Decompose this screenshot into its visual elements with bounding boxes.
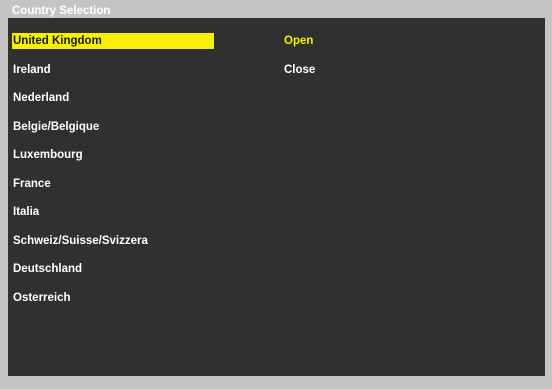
close-button[interactable]: Close <box>284 62 315 78</box>
country-selection-window: Country Selection United Kingdom Ireland… <box>0 0 552 389</box>
country-list: United Kingdom Ireland Nederland Belgie/… <box>12 33 214 318</box>
country-item-france[interactable]: France <box>12 176 214 192</box>
country-item-osterreich[interactable]: Osterreich <box>12 290 214 306</box>
country-item-italia[interactable]: Italia <box>12 204 214 220</box>
action-list: Open Close <box>284 33 315 90</box>
country-item-belgie-belgique[interactable]: Belgie/Belgique <box>12 119 214 135</box>
country-item-nederland[interactable]: Nederland <box>12 90 214 106</box>
country-item-luxembourg[interactable]: Luxembourg <box>12 147 214 163</box>
bottom-status-bar <box>8 376 545 386</box>
window-title: Country Selection <box>8 4 545 18</box>
country-item-deutschland[interactable]: Deutschland <box>12 261 214 277</box>
country-item-united-kingdom[interactable]: United Kingdom <box>12 33 214 49</box>
open-button[interactable]: Open <box>284 33 315 49</box>
country-item-ireland[interactable]: Ireland <box>12 62 214 78</box>
country-item-schweiz-suisse-svizzera[interactable]: Schweiz/Suisse/Svizzera <box>12 233 214 249</box>
country-selection-panel: United Kingdom Ireland Nederland Belgie/… <box>8 18 545 376</box>
